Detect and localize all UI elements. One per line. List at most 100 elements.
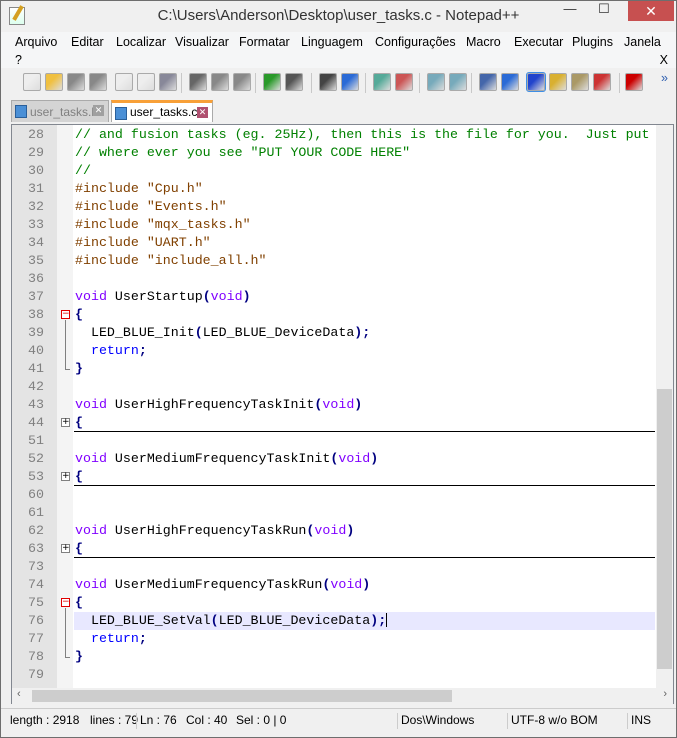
document-map-icon[interactable] xyxy=(571,73,589,91)
code-line[interactable]: 76 LED_BLUE_SetVal(LED_BLUE_DeviceData);… xyxy=(12,612,655,630)
code-line[interactable]: 39 LED_BLUE_Init(LED_BLUE_DeviceData);​ xyxy=(12,324,655,342)
print-icon[interactable] xyxy=(159,73,177,91)
fold-collapse-icon[interactable]: − xyxy=(61,598,70,607)
code-line[interactable]: 34 #include "UART.h"​ xyxy=(12,234,655,252)
line-number: 42 xyxy=(28,379,44,394)
open-icon[interactable] xyxy=(45,73,63,91)
zoom-out-icon[interactable] xyxy=(395,73,413,91)
scroll-left-icon[interactable]: ‹ xyxy=(17,688,21,700)
code-line[interactable]: 43 void UserHighFrequencyTaskInit(void)​ xyxy=(12,396,655,414)
tab-close-icon[interactable]: ✕ xyxy=(197,107,208,118)
function-list-icon[interactable] xyxy=(593,73,611,91)
undo-icon[interactable] xyxy=(263,73,281,91)
close-all-icon[interactable] xyxy=(137,73,155,91)
code-line[interactable]: 30 //​ xyxy=(12,162,655,180)
word-wrap-icon[interactable] xyxy=(479,73,497,91)
toolbar-more-button[interactable]: » xyxy=(661,71,668,85)
menu-arquivo[interactable]: Arquivo xyxy=(15,35,57,49)
copy-icon[interactable] xyxy=(211,73,229,91)
horizontal-scrollbar[interactable]: ‹ › xyxy=(12,688,673,704)
menu-localizar[interactable]: Localizar xyxy=(116,35,166,49)
save-all-icon[interactable] xyxy=(89,73,107,91)
code-line[interactable]: 61 ​ xyxy=(12,504,655,522)
zoom-in-icon[interactable] xyxy=(373,73,391,91)
paste-icon[interactable] xyxy=(233,73,251,91)
code-line[interactable]: 41}​ xyxy=(12,360,655,378)
record-macro-icon[interactable] xyxy=(625,73,643,91)
menu-executar[interactable]: Executar xyxy=(514,35,563,49)
code-line[interactable]: 75 −{​ xyxy=(12,594,655,612)
new-icon[interactable] xyxy=(23,73,41,91)
menu-linguagem[interactable]: Linguagem xyxy=(301,35,363,49)
scroll-right-icon[interactable]: › xyxy=(663,688,667,700)
code-line[interactable]: 51 ​ xyxy=(12,432,655,450)
sync-vertical-icon[interactable] xyxy=(427,73,445,91)
code-line[interactable]: 73 ​ xyxy=(12,558,655,576)
code-text: return;​ xyxy=(74,630,655,648)
code-line[interactable]: 40 return;​ xyxy=(12,342,655,360)
code-token: ( xyxy=(202,289,211,304)
code-line[interactable]: 53 + {​ xyxy=(12,468,655,486)
code-line[interactable]: 60 ​ xyxy=(12,486,655,504)
vertical-scrollbar[interactable] xyxy=(656,125,673,688)
code-line[interactable]: 77 return;​ xyxy=(12,630,655,648)
menu-configuracoes[interactable]: Configurações xyxy=(375,35,456,49)
tab-user-tasks-c[interactable]: user_tasks.c ✕ xyxy=(111,100,213,122)
code-line[interactable]: 32 #include "Events.h"​ xyxy=(12,198,655,216)
code-line[interactable]: 29 // where ever you see "PUT YOUR CODE H… xyxy=(12,144,655,162)
sync-horizontal-icon[interactable] xyxy=(449,73,467,91)
code-line[interactable]: 42 ​ xyxy=(12,378,655,396)
save-icon[interactable] xyxy=(67,73,85,91)
code-line[interactable]: 36 ​ xyxy=(12,270,655,288)
user-defined-language-icon[interactable] xyxy=(549,73,567,91)
status-col: Col : 40 xyxy=(186,713,228,727)
code-token: ); xyxy=(370,613,387,628)
fold-expand-icon[interactable]: + xyxy=(61,472,70,481)
menu-janela[interactable]: Janela xyxy=(624,35,661,49)
status-length: length : 2918 xyxy=(10,713,80,727)
code-line[interactable]: 37 void UserStartup(void)​ xyxy=(12,288,655,306)
find-icon[interactable] xyxy=(319,73,337,91)
fold-expand-icon[interactable]: + xyxy=(61,544,70,553)
menu-plugins[interactable]: Plugins xyxy=(572,35,613,49)
code-token: void xyxy=(338,451,371,466)
code-text: void UserMediumFrequencyTaskRun(void)​ xyxy=(74,576,655,594)
code-editor[interactable]: 28 // and fusion tasks (eg. 25Hz), then t… xyxy=(11,124,674,704)
close-document-button[interactable]: X xyxy=(660,53,668,67)
code-line[interactable]: 79 ​ xyxy=(12,666,655,684)
code-line[interactable]: 44 + {​ xyxy=(12,414,655,432)
minimize-button[interactable]: — xyxy=(556,1,584,21)
menu-visualizar[interactable]: Visualizar xyxy=(175,35,229,49)
code-line[interactable]: 31 #include "Cpu.h"​ xyxy=(12,180,655,198)
code-line[interactable]: 35 #include "include_all.h"​ xyxy=(12,252,655,270)
fold-collapse-icon[interactable]: − xyxy=(61,310,70,319)
tab-close-icon[interactable]: ✕ xyxy=(93,105,104,116)
code-line[interactable]: 33 #include "mqx_tasks.h"​ xyxy=(12,216,655,234)
code-line[interactable]: 52 void UserMediumFrequencyTaskInit(void)… xyxy=(12,450,655,468)
maximize-button[interactable]: ☐ xyxy=(590,1,618,21)
close-icon[interactable] xyxy=(115,73,133,91)
show-all-chars-icon[interactable] xyxy=(501,73,519,91)
vertical-scroll-thumb[interactable] xyxy=(657,389,672,669)
code-line[interactable]: 28 // and fusion tasks (eg. 25Hz), then t… xyxy=(12,126,655,144)
menu-editar[interactable]: Editar xyxy=(71,35,104,49)
code-line[interactable]: 78}​ xyxy=(12,648,655,666)
tab-user-tasks-h[interactable]: user_tasks.h ✕ xyxy=(11,100,109,122)
fold-expand-icon[interactable]: + xyxy=(61,418,70,427)
code-token: ) xyxy=(362,577,371,592)
code-line[interactable]: 62 void UserHighFrequencyTaskRun(void)​ xyxy=(12,522,655,540)
cut-icon[interactable] xyxy=(189,73,207,91)
menu-macro[interactable]: Macro xyxy=(466,35,501,49)
redo-icon[interactable] xyxy=(285,73,303,91)
indent-guide-icon[interactable] xyxy=(526,72,546,92)
code-line[interactable]: 63 + {​ xyxy=(12,540,655,558)
menu-help[interactable]: ? xyxy=(15,53,22,67)
code-line[interactable]: 38 −{​ xyxy=(12,306,655,324)
horizontal-scroll-thumb[interactable] xyxy=(32,690,452,702)
menu-formatar[interactable]: Formatar xyxy=(239,35,290,49)
replace-icon[interactable] xyxy=(341,73,359,91)
code-line[interactable]: 74 void UserMediumFrequencyTaskRun(void)​ xyxy=(12,576,655,594)
close-button[interactable]: ✕ xyxy=(628,1,674,21)
fold-line xyxy=(65,324,66,342)
code-token: ) xyxy=(354,397,363,412)
